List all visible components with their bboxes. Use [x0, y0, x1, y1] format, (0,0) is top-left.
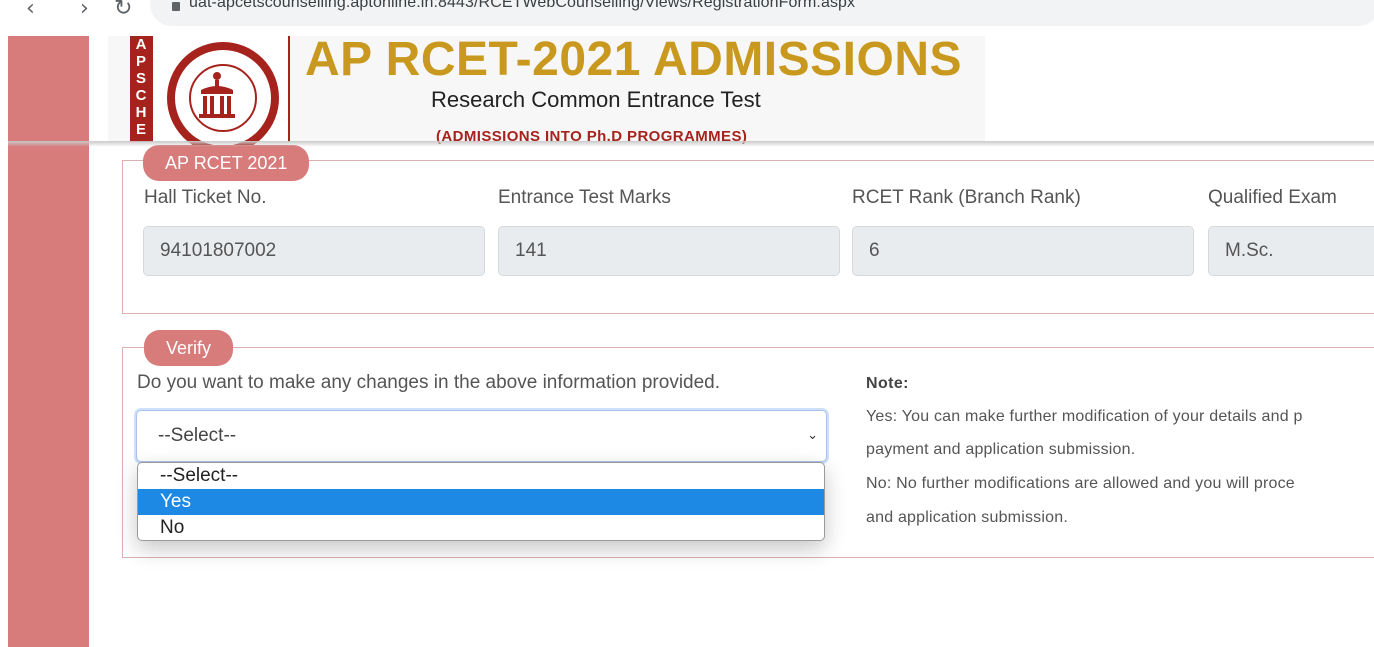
apsche-letter: A — [135, 36, 147, 53]
header-shadow — [8, 141, 1374, 147]
apsche-letter: S — [135, 70, 146, 87]
back-icon[interactable]: ‹ — [26, 0, 35, 21]
note-title: Note: — [866, 375, 909, 392]
reload-icon[interactable]: ↻ — [114, 0, 132, 21]
note-line-yes: Yes: You can make further modification o… — [866, 408, 1303, 425]
note-line-yes-cont: payment and application submission. — [866, 441, 1136, 458]
change-info-select[interactable]: --Select-- ⌄ — [136, 410, 827, 462]
verify-section-legend: Verify — [144, 330, 234, 366]
chevron-down-icon[interactable]: ⌄ — [807, 411, 818, 461]
address-bar-url[interactable]: uat-apcetscounselling.aptonline.in:8443/… — [189, 0, 855, 12]
dropdown-option-yes[interactable]: Yes — [138, 489, 824, 515]
apsche-letter: H — [135, 104, 147, 121]
change-info-question: Do you want to make any changes in the a… — [137, 372, 721, 393]
note-line-no: No: No further modifications are allowed… — [866, 475, 1295, 492]
rcet-section-legend: AP RCET 2021 — [143, 145, 310, 181]
hall-ticket-field: 94101807002 — [143, 226, 485, 276]
dropdown-option-no[interactable]: No — [138, 515, 824, 540]
lock-icon[interactable] — [172, 2, 180, 11]
rcet-rank-label: RCET Rank (Branch Rank) — [852, 187, 1081, 208]
banner-subtitle: Research Common Entrance Test — [431, 87, 761, 112]
rcet-rank-field: 6 — [852, 226, 1194, 276]
change-info-dropdown-list: --Select-- Yes No — [137, 462, 825, 541]
apsche-letter: P — [135, 53, 146, 70]
qualified-exam-label: Qualified Exam — [1208, 187, 1337, 208]
entrance-marks-field: 141 — [498, 226, 840, 276]
qualified-exam-field: M.Sc. — [1208, 226, 1374, 276]
apsche-seal-logo — [152, 36, 290, 154]
note-line-no-cont: and application submission. — [866, 509, 1068, 526]
apsche-letter: E — [135, 121, 146, 138]
apsche-vertical-label: APSCHE — [130, 36, 152, 142]
seal-symbol-icon — [199, 72, 235, 118]
apsche-letter: C — [135, 87, 147, 104]
browser-toolbar: ‹ › ↻ uat-apcetscounselling.aptonline.in… — [0, 0, 1374, 36]
left-sidebar — [8, 36, 89, 647]
forward-icon[interactable]: › — [80, 0, 89, 21]
dropdown-option-select[interactable]: --Select-- — [138, 463, 824, 489]
select-current-value: --Select-- — [158, 425, 237, 446]
banner-title: AP RCET-2021 ADMISSIONS — [305, 33, 963, 86]
hall-ticket-label: Hall Ticket No. — [144, 187, 267, 208]
entrance-marks-label: Entrance Test Marks — [498, 187, 671, 208]
